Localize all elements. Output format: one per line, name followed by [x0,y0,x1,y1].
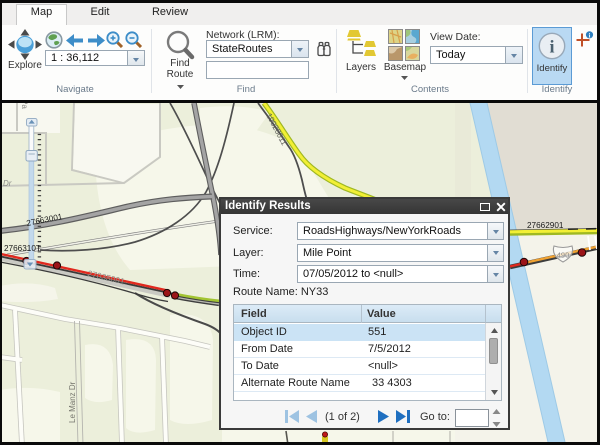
svg-text:27662901: 27662901 [527,221,564,230]
svg-text:i: i [589,33,591,40]
svg-text:Le Manz Dr: Le Manz Dr [68,381,77,423]
svg-text:Pa: Pa [20,103,29,109]
svg-text:Dr: Dr [3,179,12,188]
svg-text:490: 490 [557,251,570,260]
svg-text:i: i [549,37,554,57]
svg-text:2766310T: 2766310T [4,244,41,253]
